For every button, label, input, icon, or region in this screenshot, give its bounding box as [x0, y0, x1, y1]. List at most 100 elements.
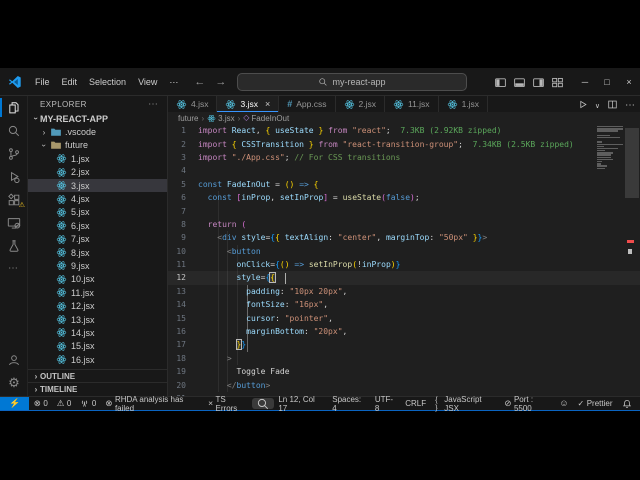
minimap-line	[597, 154, 611, 155]
more-actions-button[interactable]: ⋯	[625, 95, 636, 113]
react-icon	[393, 99, 404, 110]
file-3-jsx[interactable]: 3.jsx	[28, 179, 167, 192]
back-button[interactable]: ←	[194, 76, 205, 88]
status-rhda-status[interactable]: ⊗RHDA analysis has failed	[101, 397, 204, 410]
activity-more-actions[interactable]: ⋯	[0, 257, 27, 280]
explorer-sidebar: EXPLORER ⋯ ›MY-REACT-APP› .vscode› futur…	[28, 96, 168, 396]
minimap[interactable]	[597, 126, 623, 171]
code-editor[interactable]: 1import React, { useState } from "react"…	[168, 124, 640, 396]
tab-2-jsx[interactable]: 2.jsx	[336, 96, 385, 112]
file-2-jsx[interactable]: 2.jsx	[28, 166, 167, 179]
bolt-icon: ⚡	[9, 399, 20, 408]
explorer-actions-icon[interactable]: ⋯	[148, 99, 159, 110]
activity-extensions[interactable]: ⚠	[0, 188, 27, 211]
file-12-jsx[interactable]: 12.jsx	[28, 299, 167, 312]
file-11-jsx[interactable]: 11.jsx	[28, 286, 167, 299]
run-dropdown[interactable]: ∨	[595, 95, 600, 113]
status-problems-warnings[interactable]: ⚠0	[52, 397, 76, 410]
activity-testing[interactable]	[0, 234, 27, 257]
code-text: marginBottom: "20px",	[198, 327, 347, 336]
panel-left-icon	[494, 76, 507, 89]
status-encoding[interactable]: UTF-8	[370, 397, 400, 410]
status-cursor-position-text: Ln 12, Col 17	[278, 395, 323, 413]
status-language-mode[interactable]: { }JavaScript JSX	[431, 397, 500, 410]
minimize-button[interactable]: ─	[574, 68, 596, 96]
line-number: 2	[168, 140, 198, 149]
tab-4-jsx[interactable]: 4.jsx	[168, 96, 217, 112]
menu-item-file[interactable]: File	[29, 68, 56, 96]
menu-item-view[interactable]: View	[132, 68, 163, 96]
status-indentation-text: Spaces: 4	[332, 395, 366, 413]
file-15-jsx[interactable]: 15.jsx	[28, 340, 167, 353]
tab-3-jsx[interactable]: 3.jsx×	[217, 96, 279, 112]
status-ts-errors[interactable]: ×TS Errors	[204, 397, 252, 410]
file-10-jsx[interactable]: 10.jsx	[28, 273, 167, 286]
minimap-line	[597, 165, 607, 166]
close-icon[interactable]: ×	[265, 99, 270, 109]
activity-remote-explorer[interactable]	[0, 211, 27, 234]
file-9-jsx[interactable]: 9.jsx	[28, 259, 167, 272]
code-text: <div style={{ textAlign: "center", margi…	[198, 233, 487, 242]
file-8-jsx[interactable]: 8.jsx	[28, 246, 167, 259]
minimap-line	[597, 126, 623, 127]
status-indentation[interactable]: Spaces: 4	[328, 397, 371, 410]
activity-source-control[interactable]	[0, 142, 27, 165]
file-6-jsx[interactable]: 6.jsx	[28, 219, 167, 232]
status-feedback[interactable]: ☺	[555, 397, 573, 410]
menu-item-[interactable]: ⋯	[163, 68, 184, 96]
tree-root[interactable]: ›MY-REACT-APP	[28, 112, 167, 125]
status-language-mode-text: JavaScript JSX	[444, 395, 495, 413]
minimap-line	[597, 130, 618, 131]
minimap-line	[597, 128, 623, 129]
folder-vscode[interactable]: › .vscode	[28, 125, 167, 138]
command-center[interactable]: my-react-app	[237, 73, 467, 91]
menu-item-selection[interactable]: Selection	[83, 68, 132, 96]
react-icon	[176, 99, 187, 110]
status-search-item[interactable]	[252, 398, 274, 409]
minimap-line	[597, 146, 604, 147]
close-button[interactable]: ×	[618, 68, 640, 96]
breadcrumb-item-fadeinout[interactable]: ◇FadeInOut	[243, 114, 289, 123]
menu-item-edit[interactable]: Edit	[56, 68, 84, 96]
file-13-jsx[interactable]: 13.jsx	[28, 313, 167, 326]
status-cursor-position[interactable]: Ln 12, Col 17	[274, 397, 328, 410]
breadcrumb-item-3.jsx[interactable]: 3.jsx	[207, 114, 234, 123]
activity-search[interactable]	[0, 119, 27, 142]
status-live-server-port[interactable]: ⊘Port : 5500	[500, 397, 555, 410]
breadcrumb-item-future[interactable]: future	[178, 114, 198, 123]
status-remote-indicator[interactable]: ⚡	[0, 397, 29, 410]
editor-scrollbar[interactable]	[625, 128, 639, 198]
outline-section[interactable]: ›OUTLINE	[28, 369, 167, 382]
file-5-jsx[interactable]: 5.jsx	[28, 206, 167, 219]
status-notifications[interactable]	[617, 397, 636, 410]
code-text: </button>	[198, 381, 270, 390]
timeline-section[interactable]: ›TIMELINE	[28, 382, 167, 395]
activity-accounts[interactable]	[0, 348, 28, 371]
file-16-jsx[interactable]: 16.jsx	[28, 353, 167, 366]
tab-app-css[interactable]: #App.css	[279, 96, 335, 112]
split-editor-button[interactable]	[607, 99, 618, 110]
activity-settings[interactable]: ⚙	[0, 371, 28, 394]
file-4-jsx[interactable]: 4.jsx	[28, 192, 167, 205]
folder-future[interactable]: › future	[28, 139, 167, 152]
forward-button[interactable]: →	[215, 76, 226, 88]
status-problems-errors[interactable]: ⊗0	[29, 397, 52, 410]
activity-explorer[interactable]	[0, 96, 27, 119]
code-text: fontSize: "16px",	[198, 300, 328, 309]
status-eol[interactable]: CRLF	[401, 397, 431, 410]
folder-label: .vscode	[65, 127, 96, 137]
status-ports-status[interactable]: 0	[76, 397, 101, 410]
file-1-jsx[interactable]: 1.jsx	[28, 152, 167, 165]
tab-1-jsx[interactable]: 1.jsx	[439, 96, 488, 112]
file-7-jsx[interactable]: 7.jsx	[28, 233, 167, 246]
minimap-line	[597, 135, 610, 136]
tab-11-jsx[interactable]: 11.jsx	[385, 96, 439, 112]
command-center-query: my-react-app	[332, 77, 385, 87]
file-label: 4.jsx	[71, 194, 90, 204]
file-14-jsx[interactable]: 14.jsx	[28, 326, 167, 339]
activity-run-and-debug[interactable]	[0, 165, 27, 188]
minimap-line	[597, 152, 613, 153]
maximize-button[interactable]: □	[596, 68, 618, 96]
run-button[interactable]	[577, 99, 588, 110]
status-prettier[interactable]: ✓Prettier	[573, 397, 617, 410]
